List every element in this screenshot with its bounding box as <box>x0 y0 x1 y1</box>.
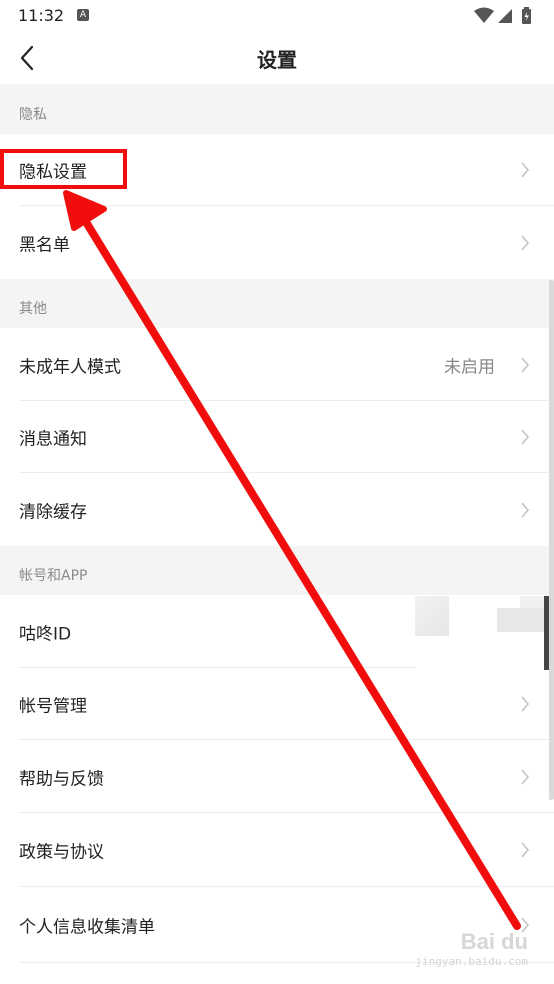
obscured-area <box>497 608 545 632</box>
chevron-right-icon <box>521 501 530 518</box>
chevron-right-icon <box>521 356 530 373</box>
section-header-label: 帐号和APP <box>19 568 88 584</box>
wifi-icon <box>474 7 494 23</box>
scrollbar[interactable] <box>549 280 554 800</box>
settings-item-account-management[interactable]: 帐号管理 <box>0 668 554 740</box>
settings-item-label: 黑名单 <box>19 235 70 255</box>
settings-item-notifications[interactable]: 消息通知 <box>0 401 554 473</box>
page-title: 设置 <box>257 48 297 72</box>
status-time: 11:32 <box>18 6 65 25</box>
chevron-right-icon <box>521 768 530 785</box>
section-header-account: 帐号和APP <box>0 546 554 595</box>
settings-item-clear-cache[interactable]: 清除缓存 <box>0 473 554 546</box>
settings-item-label: 个人信息收集清单 <box>19 917 155 938</box>
settings-item-label: 政策与协议 <box>19 842 104 863</box>
settings-item-label: 清除缓存 <box>19 502 87 522</box>
obscured-area <box>415 596 449 636</box>
chevron-right-icon <box>521 842 530 858</box>
settings-item-blacklist[interactable]: 黑名单 <box>0 206 554 279</box>
chevron-right-icon <box>521 696 530 712</box>
settings-item-label: 帮助与反馈 <box>19 769 104 789</box>
chevron-right-icon <box>521 429 530 445</box>
watermark-logo: Bai du <box>460 929 528 954</box>
signal-icon <box>498 9 512 23</box>
section-header-label: 隐私 <box>19 107 47 123</box>
annotation-highlight-box <box>0 149 127 189</box>
watermark-sub: jingyan.baidu.com <box>415 955 528 968</box>
watermark: Bai du jingyan.baidu.com <box>415 929 528 968</box>
settings-item-codoon-id[interactable]: 咕咚ID <box>0 595 554 668</box>
settings-item-value: 未启用 <box>444 357 495 377</box>
nav-bar: 设置 <box>0 32 554 84</box>
settings-item-minor-mode[interactable]: 未成年人模式 未启用 <box>0 328 554 401</box>
chevron-right-icon <box>521 162 530 178</box>
section-header-other: 其他 <box>0 279 554 328</box>
settings-item-label: 消息通知 <box>19 429 87 450</box>
settings-item-label: 未成年人模式 <box>19 357 121 377</box>
settings-item-label: 咕咚ID <box>19 624 72 644</box>
settings-item-label: 帐号管理 <box>19 696 87 717</box>
settings-item-help-feedback[interactable]: 帮助与反馈 <box>0 740 554 813</box>
chevron-right-icon <box>521 234 530 251</box>
notification-badge: A <box>77 9 89 21</box>
section-header-privacy: 隐私 <box>0 84 554 134</box>
settings-item-policies[interactable]: 政策与协议 <box>0 813 554 887</box>
status-bar: 11:32 A <box>0 0 554 32</box>
status-icons <box>472 6 536 30</box>
battery-icon <box>522 7 531 24</box>
section-header-label: 其他 <box>19 301 47 317</box>
